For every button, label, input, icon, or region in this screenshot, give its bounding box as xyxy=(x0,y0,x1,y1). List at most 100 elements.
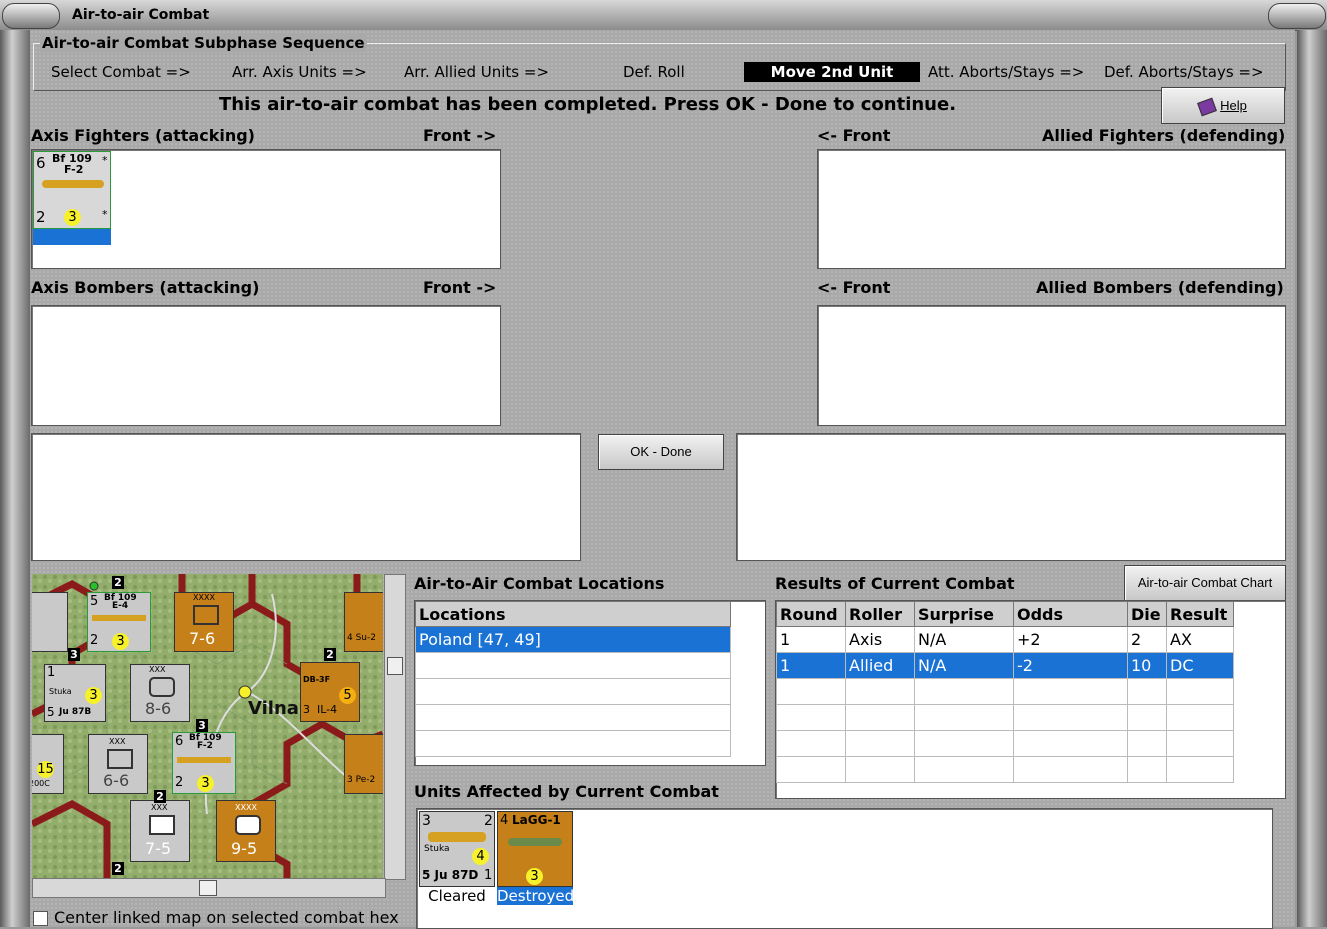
affected-unit-stuka[interactable]: 3 2 Stuka 4 5 Ju 87D 1 Cleared xyxy=(419,811,495,905)
counter-size: XXXX xyxy=(193,593,215,602)
front-label: Front -> xyxy=(423,278,497,297)
counter-label: 200C xyxy=(32,779,50,788)
col-round: Round xyxy=(776,601,846,627)
scroll-thumb[interactable] xyxy=(387,657,403,675)
stack-count: 2 xyxy=(112,576,124,589)
locations-title: Air-to-Air Combat Locations xyxy=(414,574,665,593)
map-counter-pe2[interactable]: 3 Pe-2 xyxy=(344,734,383,794)
counter-attack: 5 xyxy=(90,594,99,609)
selection-bar xyxy=(33,229,111,245)
book-icon xyxy=(1197,97,1218,116)
front-label: <- Front xyxy=(817,278,891,297)
location-cell xyxy=(415,730,731,757)
seq-step-move-2nd-active: Move 2nd Unit xyxy=(744,62,920,82)
help-button[interactable]: Help xyxy=(1161,87,1285,124)
result-row[interactable] xyxy=(776,730,1234,757)
unit-range: 2 xyxy=(36,208,46,226)
location-row[interactable] xyxy=(415,652,731,679)
fighter-plane-icon xyxy=(42,180,104,188)
location-row[interactable] xyxy=(415,678,731,705)
col-roller: Roller xyxy=(845,601,915,627)
allied-fighters-box[interactable] xyxy=(817,149,1286,269)
close-icon[interactable] xyxy=(1268,3,1326,29)
window-title: Air-to-air Combat xyxy=(72,7,210,23)
left-frame xyxy=(0,30,30,927)
allied-bombers-label: Allied Bombers (defending) xyxy=(1036,278,1284,297)
linked-map[interactable]: Vilna 5 Bf 109 E-4 2 3 XXXX 7-6 4 Su-2 1… xyxy=(32,574,383,878)
air-combat-chart-button[interactable]: Air-to-air Combat Chart xyxy=(1124,565,1286,601)
result-row[interactable] xyxy=(776,704,1234,731)
unit-status: Destroyed xyxy=(497,887,575,905)
sequence-title: Air-to-air Combat Subphase Sequence xyxy=(40,34,367,52)
map-counter-db3f[interactable]: DB-3F 3 IL-4 5 xyxy=(300,662,360,722)
affected-unit-lagg1[interactable]: 4 LaGG-1 3 Destroyed xyxy=(497,811,575,905)
map-counter-7-5[interactable]: XXX 7-5 xyxy=(130,800,190,862)
location-row[interactable] xyxy=(415,704,731,731)
cell-round: 1 xyxy=(776,652,846,679)
map-counter-7-6[interactable]: XXXX 7-6 xyxy=(174,592,234,652)
counter-model: F-2 xyxy=(197,741,213,751)
counter-strength: 7-5 xyxy=(145,839,172,858)
stack-count: 3 xyxy=(68,648,80,661)
unit-attack: 3 xyxy=(422,813,431,829)
map-counter-bf109-f2[interactable]: 6 Bf 109 F-2 2 3 xyxy=(172,732,236,794)
counter-model: E-4 xyxy=(112,601,129,611)
cell-surprise: N/A xyxy=(914,652,1014,679)
counter-strength: 7-6 xyxy=(189,629,216,648)
map-counter-15[interactable]: 15 200C xyxy=(32,734,64,794)
unit-status: Cleared xyxy=(428,887,486,905)
cell-roller: Allied xyxy=(845,652,915,679)
axis-fighter-unit[interactable]: 6 Bf 109 F-2 * 2 3 * xyxy=(33,151,111,245)
location-cell: Poland [47, 49] xyxy=(415,626,731,653)
armor-icon xyxy=(235,815,261,835)
unit-star: * xyxy=(102,154,108,167)
cell-result: AX xyxy=(1166,626,1234,653)
location-cell xyxy=(415,678,731,705)
unit-attack: 6 xyxy=(36,154,46,172)
result-row[interactable]: 1 Axis N/A +2 2 AX xyxy=(776,626,1234,653)
location-cell xyxy=(415,652,731,679)
scroll-thumb[interactable] xyxy=(199,880,217,896)
map-counter-edge[interactable] xyxy=(32,592,68,652)
map-vertical-scrollbar[interactable] xyxy=(384,574,406,880)
stack-count: 2 xyxy=(154,790,166,803)
map-counter-9-5[interactable]: XXXX 9-5 xyxy=(216,800,276,862)
unit-attack: 4 xyxy=(500,813,509,828)
counter-strength: 8-6 xyxy=(145,699,172,718)
axis-result-box xyxy=(31,433,581,561)
map-counter-bf109-e4[interactable]: 5 Bf 109 E-4 2 3 xyxy=(87,592,151,652)
minimize-icon[interactable] xyxy=(2,3,60,29)
cell-round: 1 xyxy=(776,626,846,653)
location-row[interactable]: Poland [47, 49] xyxy=(415,626,731,653)
col-result: Result xyxy=(1166,601,1234,627)
axis-bombers-label: Axis Bombers (attacking) xyxy=(31,278,260,297)
counter-badge: 3 xyxy=(112,633,129,650)
cell-die: 2 xyxy=(1127,626,1167,653)
ok-done-button[interactable]: OK - Done xyxy=(598,434,724,470)
seq-step-def-roll: Def. Roll xyxy=(623,63,685,81)
map-horizontal-scrollbar[interactable] xyxy=(32,878,386,898)
counter-model: Ju 87B xyxy=(59,707,92,717)
allied-bombers-box[interactable] xyxy=(817,305,1286,426)
map-counter-stuka[interactable]: 1 Stuka 5 Ju 87B 3 xyxy=(44,664,106,722)
locations-list[interactable]: Locations Poland [47, 49] xyxy=(414,600,766,766)
col-odds: Odds xyxy=(1013,601,1128,627)
counter-strength: 4 Su-2 xyxy=(347,633,376,643)
seq-step-arr-axis: Arr. Axis Units => xyxy=(232,63,367,81)
result-row[interactable]: 1 Allied N/A -2 10 DC xyxy=(776,652,1234,679)
map-counter-su2[interactable]: 4 Su-2 xyxy=(344,592,383,652)
unit-star: * xyxy=(102,208,108,221)
results-title: Results of Current Combat xyxy=(775,574,1015,593)
result-row[interactable] xyxy=(776,756,1234,783)
results-table-container: Round Roller Surprise Odds Die Result 1 … xyxy=(775,600,1286,799)
center-map-checkbox[interactable] xyxy=(33,911,48,926)
axis-bombers-box[interactable] xyxy=(31,305,501,426)
counter-badge: 3 xyxy=(85,687,102,704)
unit-name: LaGG-1 xyxy=(512,813,561,827)
result-row[interactable] xyxy=(776,678,1234,705)
affected-title: Units Affected by Current Combat xyxy=(414,782,719,801)
map-counter-6-6[interactable]: XXX 6-6 xyxy=(88,734,148,794)
unit-badge: 3 xyxy=(64,209,81,226)
map-counter-8-6[interactable]: XXX 8-6 xyxy=(130,664,190,722)
location-row[interactable] xyxy=(415,730,731,757)
